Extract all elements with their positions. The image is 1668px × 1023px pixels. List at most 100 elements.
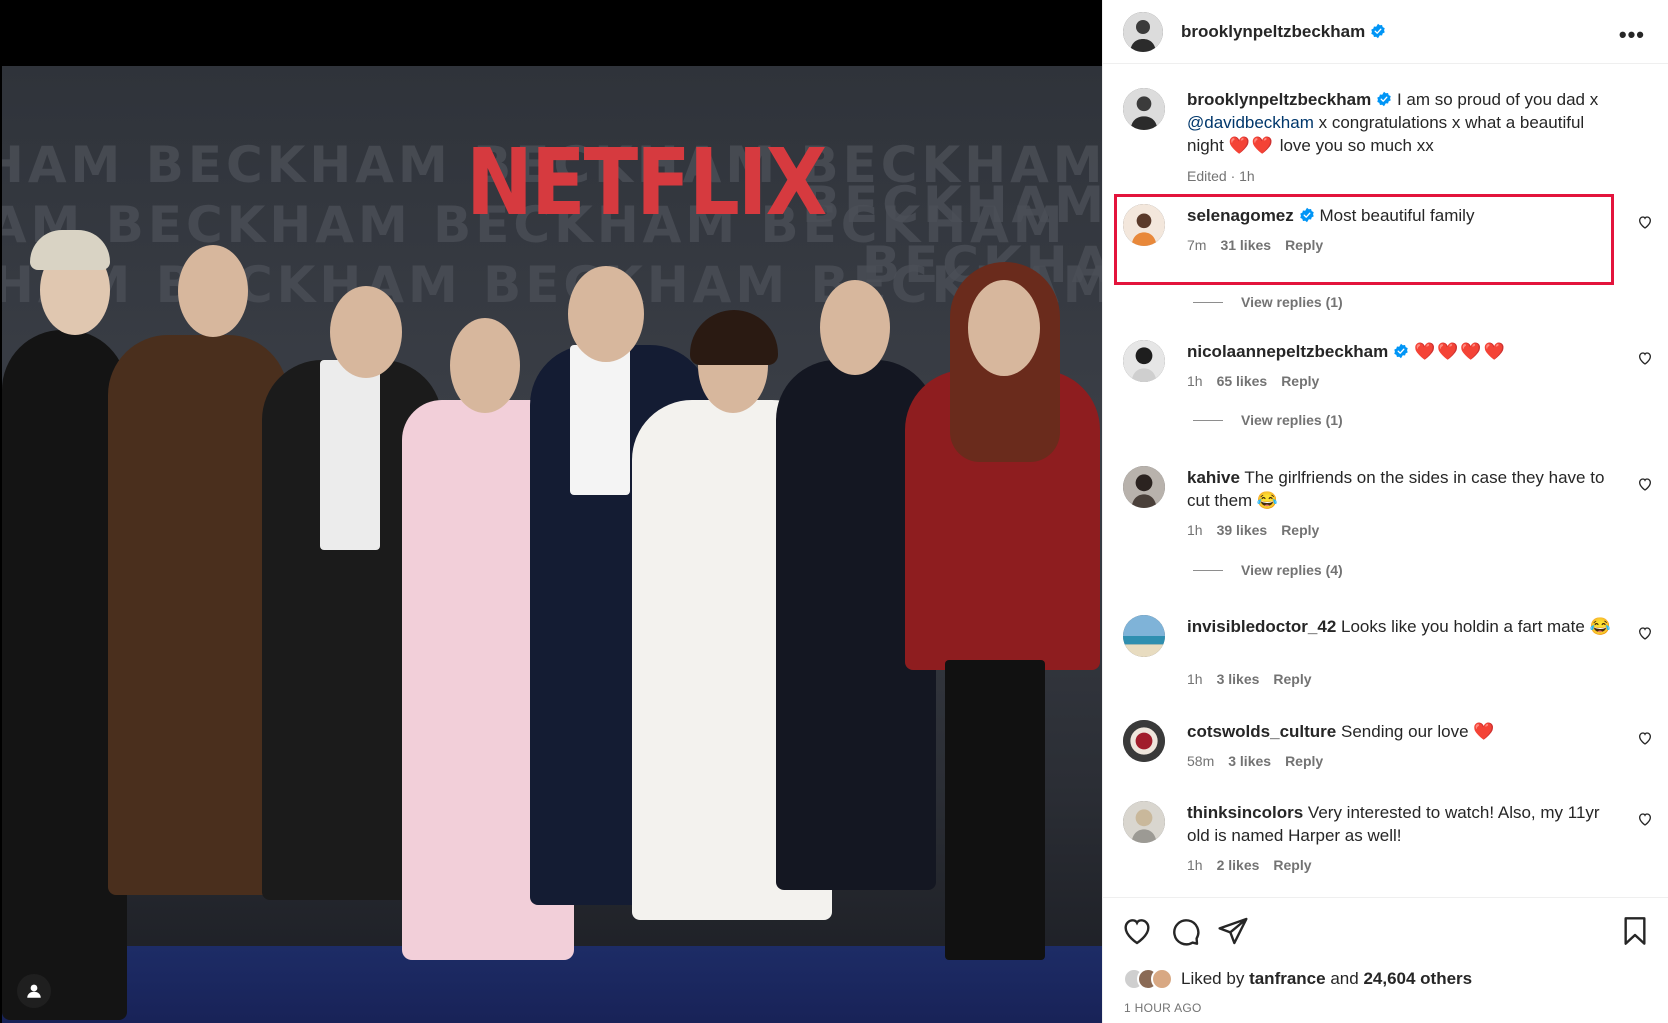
post-side-panel: brooklynpeltzbeckham ••• brooklynpeltzbe… [1102,0,1668,1023]
caption-text: brooklynpeltzbeckham I am so proud of yo… [1187,88,1617,157]
caption-edited-time: Edited · 1h [1187,168,1255,184]
comment-like-heart-icon[interactable] [1637,625,1653,641]
comment-like-heart-icon[interactable] [1637,214,1653,230]
commenter-avatar[interactable] [1123,720,1165,762]
liked-by-row[interactable]: Liked by tanfrance and 24,604 others [1123,968,1472,990]
view-replies-label: View replies (1) [1241,294,1343,310]
person-shirt [320,360,380,550]
netflix-logo: NETFLIX [466,129,827,236]
comment-username[interactable]: kahive [1187,468,1240,487]
reply-button[interactable]: Reply [1273,857,1311,873]
comment-meta: 1h 3 likes Reply [1187,671,1326,687]
comment-likes[interactable]: 2 likes [1217,857,1260,873]
comment-username[interactable]: thinksincolors [1187,803,1303,822]
comment-like-heart-icon[interactable] [1637,350,1653,366]
view-replies-button[interactable]: View replies (1) [1193,294,1343,310]
liker-avatar [1151,968,1173,990]
comment-text: cotswolds_culture Sending our love ❤️ [1187,720,1617,743]
bookmark-icon[interactable] [1619,915,1651,947]
comment-like-heart-icon[interactable] [1637,476,1653,492]
person-head [568,266,644,362]
verified-badge-icon [1377,91,1391,107]
comment-likes[interactable]: 3 likes [1217,671,1260,687]
comment-meta: 58m 3 likes Reply [1187,753,1337,769]
liked-by-user[interactable]: tanfrance [1249,969,1326,989]
view-replies-button[interactable]: View replies (1) [1193,412,1343,428]
instagram-post-view: HAM BECKHAM BECKHAM BECKHAM HAM BECKHAM … [0,0,1668,1023]
liked-by-prefix: Liked by [1181,969,1245,988]
commenter-avatar[interactable] [1123,466,1165,508]
view-replies-label: View replies (4) [1241,562,1343,578]
comment-icon[interactable] [1169,915,1201,947]
caption-meta: Edited · 1h [1187,168,1269,184]
comment-text: thinksincolors Very interested to watch!… [1187,801,1617,847]
comment-text: kahive The girlfriends on the sides in c… [1187,466,1617,512]
person-head [820,280,890,375]
post-header: brooklynpeltzbeckham ••• [1103,0,1668,64]
share-icon[interactable] [1217,915,1249,947]
comment-username[interactable]: cotswolds_culture [1187,722,1336,741]
replies-divider-line [1193,301,1223,303]
comment-likes[interactable]: 39 likes [1217,522,1268,538]
person-legs [945,660,1045,960]
verified-badge-icon [1394,343,1408,359]
liked-by-avatars [1123,968,1173,990]
comment-body: The girlfriends on the sides in case the… [1187,468,1605,510]
caption-text-end: love you so much xx [1279,136,1434,155]
post-photo[interactable]: HAM BECKHAM BECKHAM BECKHAM HAM BECKHAM … [0,0,1102,1023]
comment-time: 1h [1187,373,1203,389]
person-head [330,286,402,378]
replies-divider-line [1193,419,1223,421]
comment-username[interactable]: invisibledoctor_42 [1187,617,1336,636]
view-replies-button[interactable]: View replies (4) [1193,562,1343,578]
heart-icon[interactable] [1121,915,1153,947]
commenter-avatar[interactable] [1123,615,1165,657]
author-name-row: brooklynpeltzbeckham [1181,22,1386,42]
person-head [178,245,248,337]
reply-button[interactable]: Reply [1273,671,1311,687]
comment-time: 1h [1187,522,1203,538]
replies-divider-line [1193,569,1223,571]
post-timestamp: 1 HOUR AGO [1124,1001,1202,1015]
highlight-box [1114,194,1614,285]
comments-list[interactable]: brooklynpeltzbeckham I am so proud of yo… [1103,66,1668,896]
caption-mention-link[interactable]: @davidbeckham [1187,113,1314,132]
comment-meta: 1h 39 likes Reply [1187,522,1333,538]
verified-badge-icon [1371,23,1385,38]
comment-text: nicolaannepeltzbeckham ❤️❤️❤️❤️ [1187,340,1617,363]
person-silhouette [108,335,288,895]
view-replies-label: View replies (1) [1241,412,1343,428]
caption-text-before: I am so proud of you dad x [1396,90,1599,109]
commenter-avatar[interactable] [1123,340,1165,382]
author-avatar[interactable] [1123,11,1163,52]
liked-by-count[interactable]: 24,604 others [1363,969,1472,989]
caption-username[interactable]: brooklynpeltzbeckham [1187,90,1371,109]
comment-body: Looks like you holdin a fart mate 😂 [1341,617,1611,636]
comment-time: 1h [1187,857,1203,873]
author-username[interactable]: brooklynpeltzbeckham [1181,22,1365,41]
person-head [450,318,520,413]
comment-username[interactable]: nicolaannepeltzbeckham [1187,342,1388,361]
comment-likes[interactable]: 3 likes [1228,753,1271,769]
comment-like-heart-icon[interactable] [1637,730,1653,746]
comment-time: 58m [1187,753,1215,769]
more-options-icon[interactable]: ••• [1619,22,1645,48]
user-tag-icon[interactable] [17,974,51,1008]
person-shirt [570,345,630,495]
author-avatar[interactable] [1123,88,1165,130]
reply-button[interactable]: Reply [1285,753,1323,769]
person-head [968,280,1040,376]
reply-button[interactable]: Reply [1281,522,1319,538]
photo-watermark-row: BECKHAM [802,176,1102,234]
comment-meta: 1h 2 likes Reply [1187,857,1326,873]
comment-meta: 1h 65 likes Reply [1187,373,1333,389]
comment-like-heart-icon[interactable] [1637,811,1653,827]
comment-text: invisibledoctor_42 Looks like you holdin… [1187,615,1617,638]
liked-by-mid: and [1330,969,1359,988]
commenter-avatar[interactable] [1123,801,1165,843]
comment-body: Sending our love ❤️ [1341,722,1495,741]
comment-time: 1h [1187,671,1203,687]
comment-body: ❤️❤️❤️❤️ [1413,342,1507,361]
comment-likes[interactable]: 65 likes [1217,373,1268,389]
reply-button[interactable]: Reply [1281,373,1319,389]
